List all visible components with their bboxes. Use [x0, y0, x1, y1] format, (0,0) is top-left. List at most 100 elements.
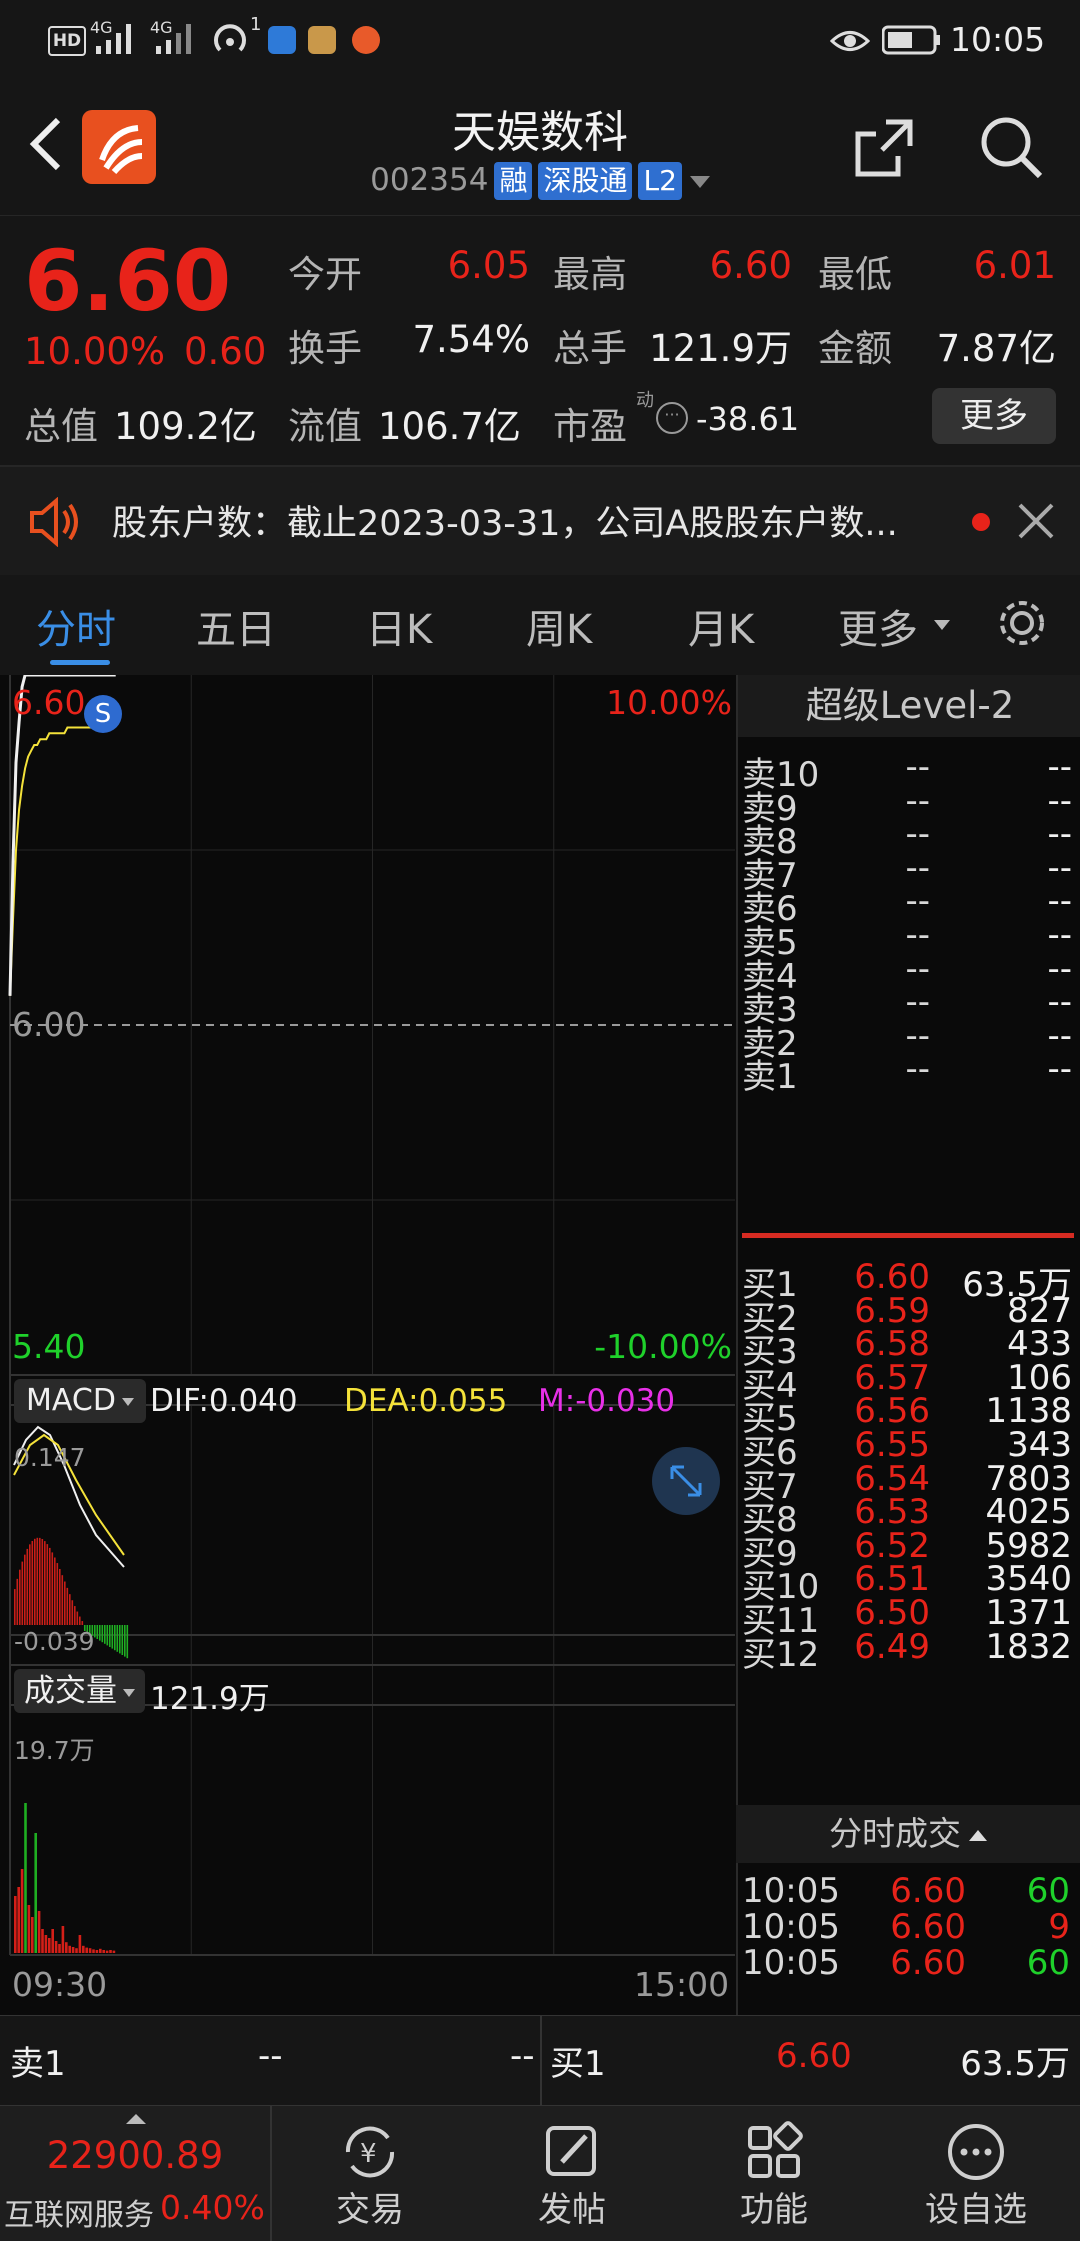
- dif-value: DIF:0.040: [150, 1383, 298, 1419]
- tick-time: 10:05: [742, 1871, 840, 1911]
- tick-volume: 60: [1026, 1943, 1070, 1983]
- unread-dot: [972, 513, 990, 531]
- volume-value: 121.9万: [649, 327, 792, 370]
- volume-bar: [58, 1944, 61, 1953]
- high-value: 6.60: [709, 244, 792, 287]
- volume-bar: [17, 1887, 20, 1953]
- macd-bar: [41, 1539, 44, 1625]
- share-icon[interactable]: [852, 116, 916, 180]
- nav-trade[interactable]: ¥ 交易: [270, 2106, 470, 2241]
- buy-volume: 1832: [985, 1626, 1072, 1667]
- high-label: 最高: [553, 253, 627, 296]
- back-icon[interactable]: [24, 114, 68, 174]
- macd-bar: [116, 1625, 119, 1652]
- quote-panel: 6.60 10.00% 0.60 今开 6.05 最高 6.60 最低 6.01…: [0, 215, 1080, 466]
- m-value: M:-0.030: [538, 1383, 676, 1419]
- macd-bar: [56, 1563, 59, 1625]
- signal-bars-icon: [156, 24, 191, 54]
- tab-daily-k[interactable]: 日K: [366, 597, 432, 655]
- volume-bar: [99, 1948, 102, 1953]
- nav-trade-label: 交易: [336, 2190, 404, 2230]
- macd-bar: [121, 1625, 124, 1655]
- margin-tag: 融: [494, 162, 533, 200]
- macd-bar: [59, 1568, 61, 1625]
- bottom-orderbook[interactable]: 卖1 -- -- 买1 6.60 63.5万: [0, 2015, 1080, 2106]
- volume-bar: [109, 1950, 112, 1953]
- eastmoney-logo: [82, 110, 156, 184]
- eastmoney-app-icon: [352, 26, 380, 54]
- stock-code: 002354: [370, 162, 489, 198]
- tab-active-indicator: [50, 660, 110, 665]
- price-mid-label: 6.00: [12, 1005, 86, 1044]
- chart-grid: [9, 675, 735, 1956]
- chart-tabs: 分时 五日 日K 周K 月K 更多: [0, 575, 1080, 675]
- nav-add-watchlist[interactable]: 设自选: [876, 2106, 1076, 2241]
- volume-bar: [85, 1947, 88, 1953]
- macd-bar: [26, 1548, 29, 1625]
- macd-bar: [31, 1540, 34, 1625]
- macd-bar: [34, 1538, 36, 1625]
- nav-functions[interactable]: 功能: [674, 2106, 874, 2241]
- chevron-up-icon: [969, 1830, 987, 1841]
- index-value: 22900.89: [46, 2134, 224, 2177]
- mcap-value: 109.2亿: [114, 405, 257, 448]
- tick-time: 10:05: [742, 1907, 840, 1947]
- ticks-header[interactable]: 分时成交: [736, 1805, 1080, 1863]
- search-icon[interactable]: [978, 114, 1046, 182]
- open-value: 6.05: [447, 244, 530, 287]
- change-pct: 10.00%: [24, 330, 166, 373]
- notice-bar[interactable]: 股东户数：截止2023-03-31，公司A股股东户数...: [0, 465, 1080, 577]
- tab-weekly-k[interactable]: 周K: [526, 597, 592, 655]
- change-value: 0.60: [184, 330, 267, 373]
- bid-ask-divider: [742, 1233, 1074, 1238]
- last-price: 6.60: [24, 232, 232, 330]
- tick-volume: 9: [1048, 1907, 1070, 1947]
- macd-bar: [16, 1578, 19, 1625]
- expand-icon[interactable]: [652, 1447, 720, 1515]
- macd-bar: [111, 1625, 114, 1649]
- chevron-down-icon: [934, 620, 950, 630]
- sell-row[interactable]: 卖1 -- --: [742, 1045, 1074, 1097]
- macd-bar: [21, 1561, 24, 1625]
- trade-icon: ¥: [345, 2126, 395, 2178]
- connect-tag: 深股通: [538, 162, 633, 200]
- tab-monthly-k[interactable]: 月K: [688, 597, 754, 655]
- more-button[interactable]: 更多: [932, 388, 1056, 444]
- macd-bar: [66, 1587, 69, 1625]
- nav-functions-label: 功能: [740, 2190, 808, 2230]
- macd-selector[interactable]: MACD: [14, 1379, 146, 1423]
- macd-bar: [114, 1625, 116, 1651]
- macd-bar: [104, 1625, 106, 1644]
- hotspot-icon: [214, 24, 246, 52]
- macd-bar: [81, 1621, 84, 1625]
- volume-bars: [14, 1803, 116, 1953]
- chevron-up-icon: [126, 2114, 146, 2124]
- macd-bar: [79, 1616, 81, 1625]
- nav-post[interactable]: 发帖: [472, 2106, 672, 2241]
- price-bottom-label: 5.40: [12, 1327, 86, 1366]
- amount-value: 7.87亿: [936, 327, 1056, 370]
- close-icon[interactable]: [1016, 501, 1056, 541]
- stock-code-row[interactable]: 002354 融深股通 L2: [300, 162, 780, 200]
- tab-more[interactable]: 更多: [838, 597, 918, 655]
- more-circle-icon: [948, 2124, 1004, 2180]
- gear-icon[interactable]: [994, 595, 1050, 651]
- marker-s-icon[interactable]: S: [84, 695, 122, 733]
- macd-bar: [71, 1600, 74, 1625]
- volume-selector[interactable]: 成交量: [14, 1669, 145, 1713]
- time-start-label: 09:30: [12, 1965, 108, 2004]
- tab-intraday[interactable]: 分时: [36, 597, 116, 655]
- buy-row[interactable]: 买12 6.49 1832: [742, 1623, 1074, 1675]
- float-label: 流值: [288, 405, 362, 448]
- tab-five-day[interactable]: 五日: [196, 597, 276, 655]
- volume-bar: [68, 1945, 71, 1953]
- volume-bar: [61, 1926, 65, 1953]
- index-widget[interactable]: 22900.89 互联网服务 0.40%: [0, 2106, 272, 2241]
- tick-price: 6.60: [890, 1871, 966, 1911]
- low-value: 6.01: [973, 244, 1056, 287]
- avg-price-line: [9, 720, 116, 996]
- orderbook-title[interactable]: 超级Level-2: [738, 675, 1080, 737]
- volume-bar: [27, 1905, 31, 1953]
- macd-bar: [49, 1547, 51, 1625]
- macd-bar: [101, 1625, 104, 1643]
